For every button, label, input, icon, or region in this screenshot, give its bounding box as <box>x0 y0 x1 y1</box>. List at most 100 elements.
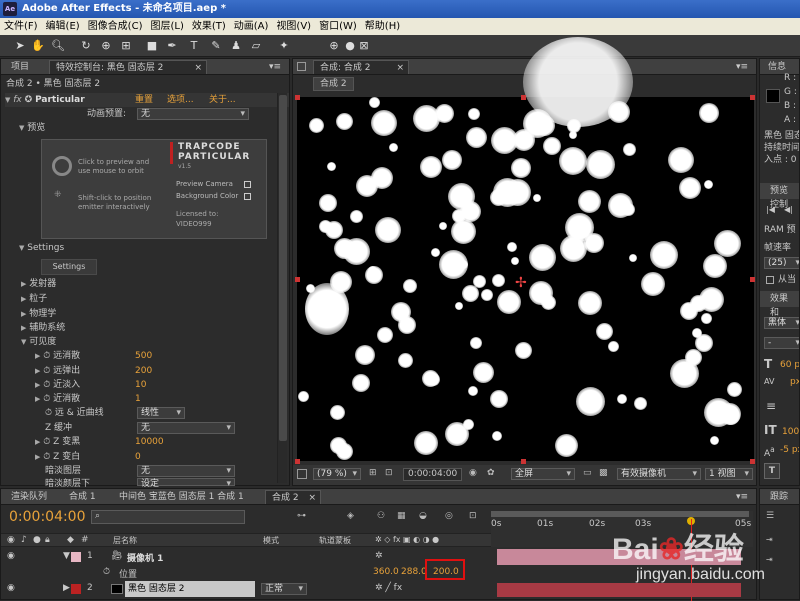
collapsed-triangle-icon[interactable]: ▶ <box>35 395 40 403</box>
lock-icon[interactable] <box>297 62 306 71</box>
expand-triangle-icon[interactable]: ▼ <box>63 551 70 561</box>
tab-render-queue[interactable]: 渲染队列 <box>5 490 53 504</box>
selection-tool-icon[interactable]: ➤ <box>12 38 28 54</box>
layer-handle[interactable] <box>295 277 300 282</box>
expand-triangle-icon[interactable]: ▼ <box>21 338 26 346</box>
emitter-crosshair-icon[interactable]: ✢ <box>515 275 527 291</box>
collapsed-triangle-icon[interactable]: ▶ <box>35 381 40 389</box>
current-time-display[interactable]: 0:00:04:00 <box>9 509 86 525</box>
panel-menu-icon[interactable]: ▾≡ <box>730 60 754 74</box>
tab-project[interactable]: 项目 <box>5 60 35 74</box>
pen-tool-icon[interactable]: ✒ <box>164 38 180 54</box>
label-color-swatch[interactable] <box>71 584 81 594</box>
collapsed-triangle-icon[interactable]: ▶ <box>21 295 26 303</box>
collapsed-triangle-icon[interactable]: ▶ <box>35 438 40 446</box>
preview-section[interactable]: ▼ 预览 <box>19 121 45 135</box>
transparency-grid-icon[interactable]: ▩ <box>599 468 608 478</box>
text-tool-icon[interactable]: T <box>186 38 202 54</box>
layer-row-solid[interactable]: ◉ ▶ 2 黑色 固态层 2 正常 ✲ ╱ fx <box>1 581 491 597</box>
camera-dropdown[interactable]: 有效摄像机 <box>617 468 701 480</box>
particular-preview-box[interactable]: Click to preview and use mouse to orbit … <box>41 139 267 239</box>
menu-window[interactable]: 窗口(W) <box>315 21 361 32</box>
group-particle[interactable]: ▶ 粒子 <box>21 292 47 306</box>
zbuffer-dropdown[interactable]: 无 <box>137 422 235 434</box>
blend-mode-dropdown[interactable]: 正常 <box>261 583 307 595</box>
vertical-scale-value[interactable]: 100 <box>782 425 799 439</box>
close-icon[interactable]: × <box>396 61 404 75</box>
eraser-tool-icon[interactable]: ▱ <box>248 38 264 54</box>
expand-triangle-icon[interactable]: ▼ <box>19 124 24 132</box>
camera-orbit-tool-icon[interactable]: ⊕ <box>98 38 114 54</box>
hide-shy-icon[interactable]: ⚇ <box>377 511 385 521</box>
layer-search-input[interactable]: ⌕ <box>91 510 245 524</box>
indent-icon[interactable]: ⇥ <box>766 535 773 544</box>
leading-value[interactable]: px <box>790 375 799 389</box>
about-link[interactable]: 关于... <box>209 93 236 107</box>
frame-rate-dropdown[interactable]: (25) <box>764 257 799 269</box>
from-current-checkbox[interactable] <box>766 276 774 284</box>
layer-handle[interactable] <box>295 459 300 464</box>
group-emitter[interactable]: ▶ 发射器 <box>21 277 56 291</box>
label-color-swatch[interactable] <box>71 552 81 562</box>
rectangle-mask-tool-icon[interactable]: ■ <box>144 38 160 54</box>
graph-editor-icon[interactable]: ◎ <box>445 511 453 521</box>
resolution-dropdown[interactable]: 全屏 <box>511 468 575 480</box>
collapsed-triangle-icon[interactable]: ▶ <box>63 583 70 593</box>
layer-handle[interactable] <box>521 95 526 100</box>
baseline-shift-value[interactable]: -5 px <box>780 443 799 457</box>
stopwatch-icon[interactable]: ⏱ <box>43 452 50 462</box>
timecode-field[interactable]: 0:00:04:00 <box>403 468 463 481</box>
column-mode[interactable]: 模式 <box>263 535 279 546</box>
collapsed-triangle-icon[interactable]: ▶ <box>35 367 40 375</box>
collapsed-triangle-icon[interactable]: ▶ <box>35 352 40 360</box>
options-link[interactable]: 选项... <box>167 93 194 107</box>
group-physics[interactable]: ▶ 物理学 <box>21 307 56 321</box>
panel-menu-icon[interactable]: ▾≡ <box>263 60 287 74</box>
indent-icon[interactable]: ⇥ <box>766 555 773 564</box>
font-size-value[interactable]: 60 px <box>780 358 799 372</box>
position-y-value[interactable]: 288.0 <box>401 567 427 577</box>
param-near-start-fade-value[interactable]: 10 <box>135 378 146 392</box>
column-layer-name[interactable]: 层名称 <box>113 535 137 546</box>
param-far-vanish-value[interactable]: 500 <box>135 349 152 363</box>
tab-tracker[interactable]: 跟踪 <box>764 490 794 504</box>
expand-triangle-icon[interactable]: ▼ <box>19 244 24 252</box>
zoom-tool-icon[interactable]: 🔍︎ <box>50 38 66 54</box>
layer-name[interactable]: 摄像机 1 <box>127 551 163 564</box>
rotate-tool-icon[interactable]: ↻ <box>78 38 94 54</box>
eye-icon[interactable]: ◉ <box>7 551 15 561</box>
comp-nav-tab[interactable]: 合成 2 <box>313 77 354 91</box>
collapsed-triangle-icon[interactable]: ▶ <box>21 280 26 288</box>
panel-menu-icon[interactable]: ▾≡ <box>730 490 754 504</box>
title-safe-icon[interactable]: ⊞ <box>369 468 377 478</box>
obscure-dropdown[interactable]: 无 <box>137 465 235 477</box>
param-near-vanish-value[interactable]: 1 <box>135 392 141 406</box>
pan-behind-tool-icon[interactable]: ⊞ <box>118 38 134 54</box>
group-visibility[interactable]: ▼ 可见度 <box>21 335 56 349</box>
view-layout-dropdown[interactable]: 1 视图 <box>705 468 753 480</box>
zoom-dropdown[interactable]: (79 %) <box>313 468 361 480</box>
skip-to-start-icon[interactable]: |◀ <box>766 203 775 217</box>
tab-comp2[interactable]: 合成 2 × <box>265 490 321 504</box>
collapsed-triangle-icon[interactable]: ▶ <box>21 324 26 332</box>
switch-icon[interactable]: ✲ <box>375 551 383 561</box>
position-x-value[interactable]: 360.0 <box>373 567 399 577</box>
layer-handle[interactable] <box>750 277 755 282</box>
switches-icons[interactable]: ✲ ╱ fx <box>375 583 402 593</box>
menu-help[interactable]: 帮助(H) <box>361 21 404 32</box>
stopwatch-icon[interactable]: ⏱ <box>43 437 50 447</box>
solid-layer-bar[interactable] <box>497 583 741 597</box>
close-icon[interactable]: × <box>308 491 316 505</box>
menu-effect[interactable]: 效果(T) <box>188 21 230 32</box>
layer-handle[interactable] <box>295 95 300 100</box>
close-icon[interactable]: × <box>194 61 202 75</box>
brush-tool-icon[interactable]: ✎ <box>208 38 224 54</box>
tab-composition[interactable]: 合成: 合成 2 × <box>313 60 409 74</box>
curve-dropdown[interactable]: 线性 <box>137 407 185 419</box>
animation-preset-dropdown[interactable]: 无 <box>137 108 249 120</box>
always-preview-icon[interactable] <box>297 469 307 479</box>
layer-name[interactable]: 黑色 固态层 2 <box>125 581 255 597</box>
clone-stamp-tool-icon[interactable]: ♟ <box>228 38 244 54</box>
menu-composition[interactable]: 图像合成(C) <box>84 21 147 32</box>
param-z-black-value[interactable]: 10000 <box>135 435 164 449</box>
